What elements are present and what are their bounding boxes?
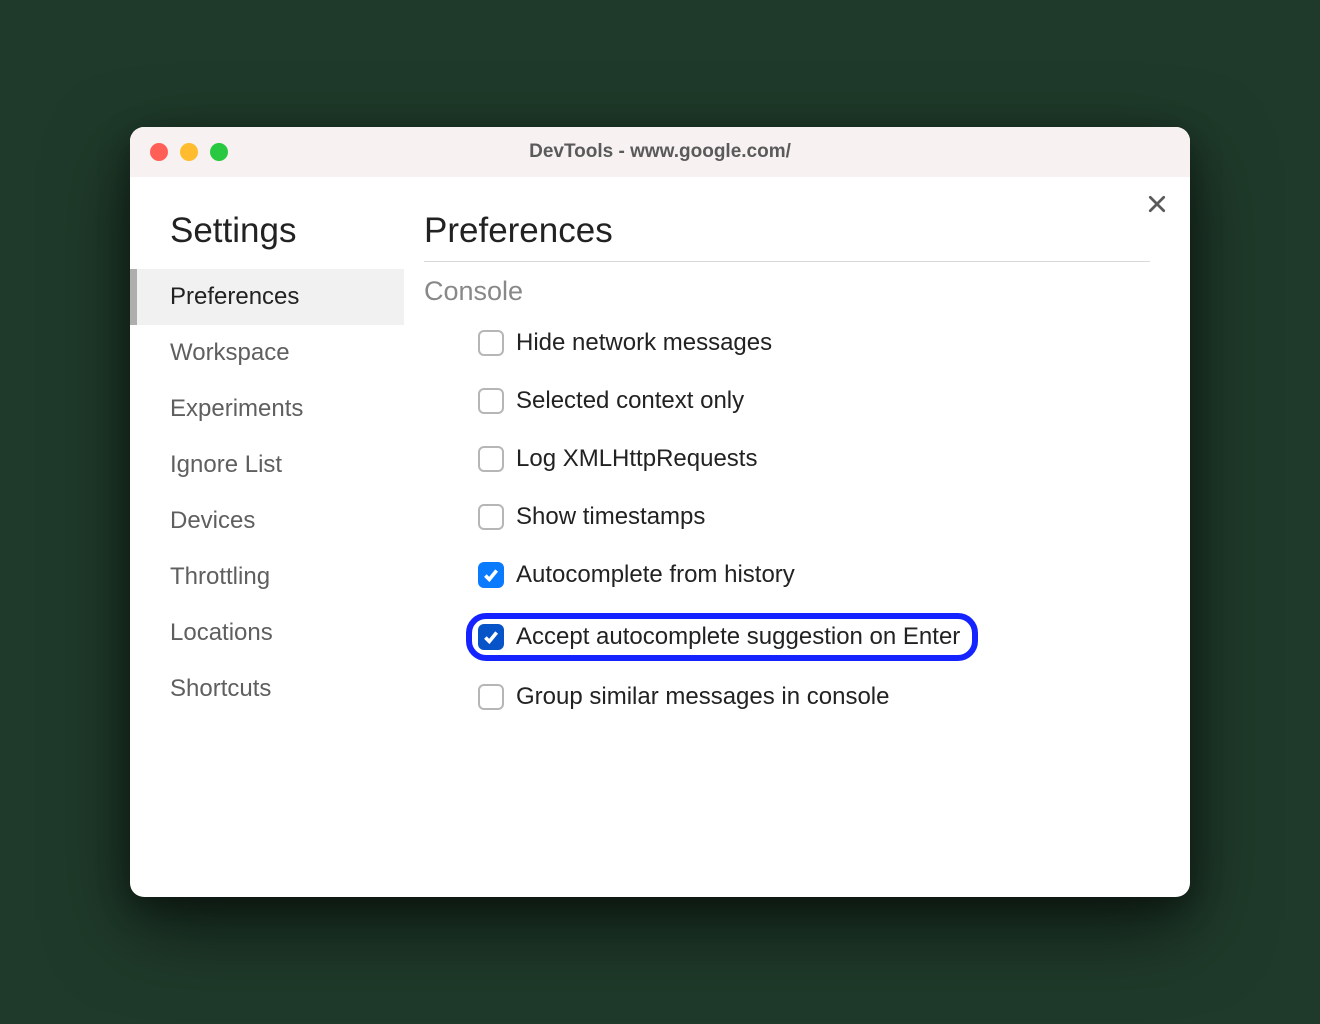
window-maximize-button[interactable]	[210, 143, 228, 161]
checkbox[interactable]	[478, 624, 504, 650]
devtools-window: DevTools - www.google.com/ Settings Pref…	[130, 127, 1190, 897]
sidebar-item-label: Throttling	[170, 563, 270, 590]
checkbox[interactable]	[478, 446, 504, 472]
option-selected-context-only[interactable]: Selected context only	[478, 387, 744, 415]
option-label: Group similar messages in console	[516, 683, 890, 711]
sidebar-item-label: Devices	[170, 507, 255, 534]
close-settings-button[interactable]	[1146, 195, 1168, 217]
titlebar: DevTools - www.google.com/	[130, 127, 1190, 177]
option-hide-network-messages[interactable]: Hide network messages	[478, 329, 772, 357]
checkbox[interactable]	[478, 684, 504, 710]
sidebar-item-devices[interactable]: Devices	[130, 493, 404, 549]
checkbox[interactable]	[478, 562, 504, 588]
section-console-heading: Console	[424, 276, 1150, 307]
console-options-list: Hide network messages Selected context on…	[424, 329, 1150, 711]
settings-main-pane: Preferences Console Hide network message…	[404, 177, 1190, 897]
option-log-xmlhttprequests[interactable]: Log XMLHttpRequests	[478, 445, 757, 473]
window-minimize-button[interactable]	[180, 143, 198, 161]
checkbox[interactable]	[478, 504, 504, 530]
sidebar-item-locations[interactable]: Locations	[130, 605, 404, 661]
option-label: Selected context only	[516, 387, 744, 415]
checkbox[interactable]	[478, 330, 504, 356]
sidebar-item-label: Shortcuts	[170, 675, 271, 702]
option-group-similar-messages-in-console[interactable]: Group similar messages in console	[478, 683, 890, 711]
sidebar-item-label: Workspace	[170, 339, 290, 366]
page-title: Preferences	[424, 211, 1150, 251]
checkbox[interactable]	[478, 388, 504, 414]
window-close-button[interactable]	[150, 143, 168, 161]
divider	[424, 261, 1150, 262]
option-label: Autocomplete from history	[516, 561, 795, 589]
sidebar-item-experiments[interactable]: Experiments	[130, 381, 404, 437]
traffic-lights	[130, 143, 228, 161]
option-label: Hide network messages	[516, 329, 772, 357]
window-title: DevTools - www.google.com/	[130, 141, 1190, 163]
option-show-timestamps[interactable]: Show timestamps	[478, 503, 705, 531]
option-autocomplete-from-history[interactable]: Autocomplete from history	[478, 561, 795, 589]
sidebar-item-label: Locations	[170, 619, 273, 646]
sidebar-item-workspace[interactable]: Workspace	[130, 325, 404, 381]
content-area: Settings Preferences Workspace Experiments…	[130, 177, 1190, 897]
settings-sidebar: Settings Preferences Workspace Experiments…	[130, 177, 404, 897]
sidebar-item-ignore-list[interactable]: Ignore List	[130, 437, 404, 493]
sidebar-item-throttling[interactable]: Throttling	[130, 549, 404, 605]
sidebar-item-label: Preferences	[170, 283, 299, 310]
option-label: Show timestamps	[516, 503, 705, 531]
sidebar-item-preferences[interactable]: Preferences	[130, 269, 404, 325]
option-label: Accept autocomplete suggestion on Enter	[516, 623, 960, 651]
sidebar-item-shortcuts[interactable]: Shortcuts	[130, 661, 404, 717]
sidebar-item-label: Ignore List	[170, 451, 282, 478]
option-accept-autocomplete-suggestion-on-enter[interactable]: Accept autocomplete suggestion on Enter	[466, 613, 978, 661]
sidebar-item-label: Experiments	[170, 395, 303, 422]
option-label: Log XMLHttpRequests	[516, 445, 757, 473]
close-icon	[1148, 195, 1166, 218]
settings-heading: Settings	[130, 211, 404, 251]
